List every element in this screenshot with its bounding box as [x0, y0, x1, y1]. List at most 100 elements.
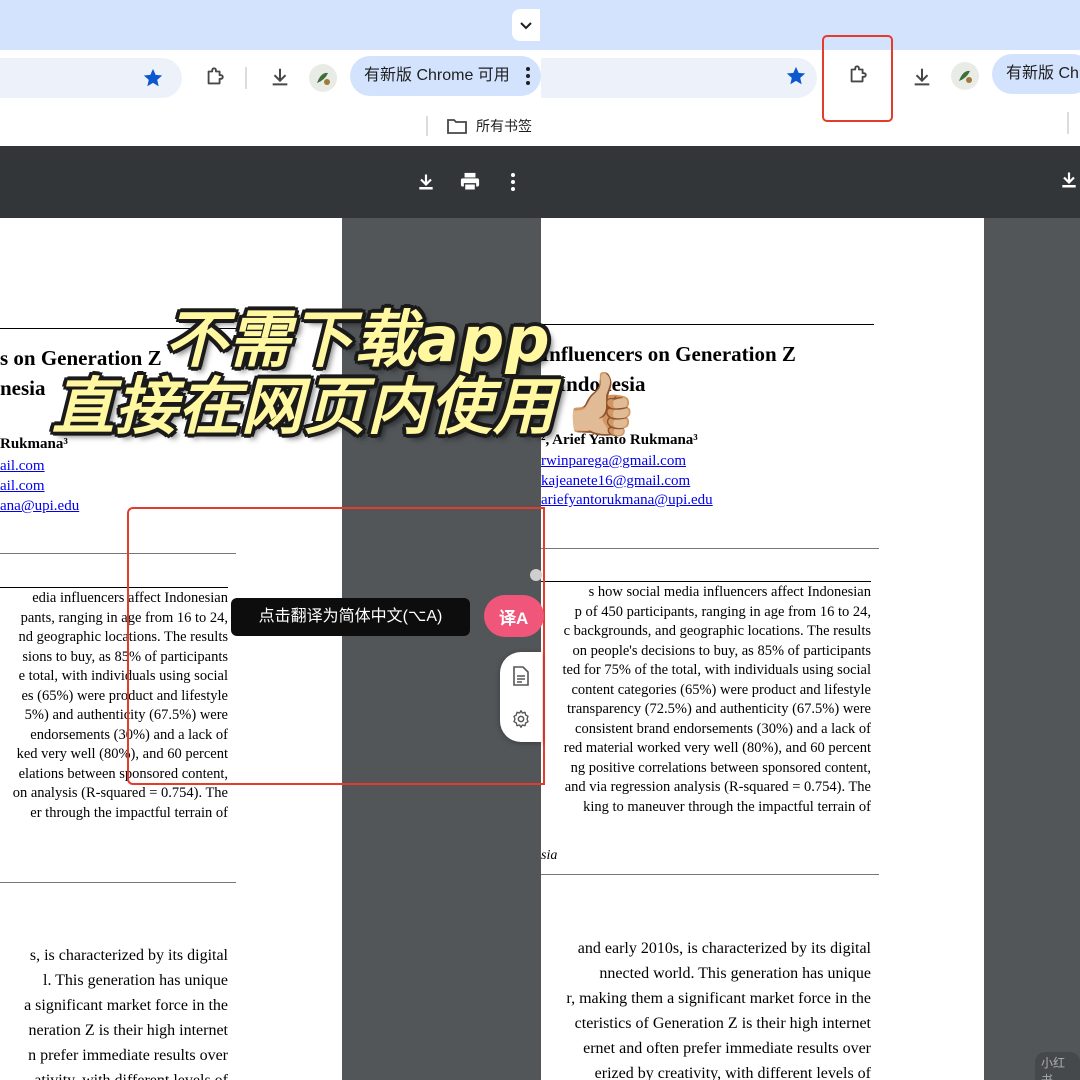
abstract-line: s how social media influencers affect In… — [588, 584, 871, 600]
title-rule — [541, 324, 874, 325]
pdf-print-button[interactable] — [455, 168, 485, 196]
all-bookmarks-button[interactable]: 所有书签 — [446, 114, 541, 138]
tab-search-button[interactable] — [512, 9, 540, 41]
body-line: l. This generation has unique — [43, 972, 228, 989]
watermark: 小红书 — [1035, 1052, 1080, 1080]
abstract-line: and via regression analysis (R-squared =… — [564, 779, 871, 795]
pdf-viewer-toolbar — [541, 146, 1080, 218]
bookmarks-separator — [426, 116, 428, 136]
body-line: and early 2010s, is characterized by its… — [577, 940, 871, 957]
abstract-line: consistent brand endorsements (30%) and … — [575, 720, 871, 737]
abstract-line: transparency (72.5%) and authenticity (6… — [567, 701, 871, 717]
paper-title-line2: nesia — [0, 376, 46, 400]
print-icon — [460, 172, 480, 191]
plant-avatar-icon — [959, 70, 972, 83]
highlight-box-extensions — [822, 35, 893, 122]
more-vert-icon — [511, 173, 515, 191]
extensions-button[interactable] — [200, 62, 230, 92]
chrome-update-label: 有新版 Chrome 可用 — [364, 67, 510, 84]
star-icon — [786, 66, 806, 85]
section-rule — [541, 874, 879, 875]
translate-tooltip: 点击翻译为简体中文(⌥A) — [231, 598, 470, 636]
author-email[interactable]: ail.com — [0, 478, 45, 495]
abstract-line: c backgrounds, and geographic locations.… — [563, 623, 871, 639]
paper-title-line1: s on Generation Z — [0, 346, 162, 370]
body-line: cteristics of Generation Z is their high… — [574, 1015, 871, 1032]
plant-avatar-icon — [317, 72, 330, 85]
caption-line1: 不需下载app — [165, 303, 551, 376]
translate-icon: 译A — [499, 609, 529, 628]
abstract-line: red material worked very well (80%), and… — [563, 740, 871, 756]
download-icon — [1062, 172, 1076, 188]
author-email[interactable]: ariefyantorukmana@upi.edu — [541, 492, 713, 509]
download-icon — [419, 174, 433, 190]
section-rule — [541, 548, 879, 549]
body-line: r, making them a significant market forc… — [566, 990, 871, 1007]
profile-avatar[interactable] — [309, 64, 337, 92]
abstract-rule — [541, 581, 871, 582]
downloads-button[interactable] — [907, 62, 937, 92]
author-email[interactable]: rwinparega@gmail.com — [541, 453, 686, 470]
body-block: s, is characterized by its digital l. Th… — [0, 947, 228, 1080]
translate-floating-button[interactable]: 译A — [484, 595, 544, 637]
author-email[interactable]: ail.com — [0, 458, 45, 475]
bookmarks-separator — [1067, 112, 1069, 134]
pdf-more-button[interactable] — [503, 168, 523, 196]
chevron-down-icon — [520, 22, 532, 30]
pdf-viewer-toolbar — [0, 146, 541, 218]
body-line: ernet and often prefer immediate results… — [583, 1040, 871, 1057]
body-line: erized by creativity, with different lev… — [594, 1065, 871, 1080]
body-line: nnected world. This generation has uniqu… — [599, 965, 871, 982]
body-line: a significant market force in the — [24, 997, 228, 1014]
more-vert-icon — [526, 67, 530, 85]
chrome-update-button[interactable]: 有新版 Chr — [992, 54, 1080, 94]
translate-tools-panel — [500, 652, 542, 742]
abstract-line: on analysis (R-squared = 0.754). The — [12, 785, 228, 801]
browser-toolbar: 有新版 Chrome 可用 — [0, 50, 541, 106]
caption-line2: 直接在网页内使用 — [52, 370, 557, 443]
bookmarks-bar — [541, 106, 1080, 146]
address-bar[interactable] — [541, 58, 817, 98]
close-small-icon[interactable] — [530, 569, 542, 581]
abstract-block: s how social media influencers affect In… — [541, 584, 871, 824]
right-screenshot-panel: 有新版 Chr Influencers on Generation Z n In… — [541, 0, 1080, 1080]
chrome-update-button[interactable]: 有新版 Chrome 可用 — [350, 56, 541, 96]
paper-title-line1: Influencers on Generation Z — [541, 342, 796, 366]
abstract-line: content categories (65%) were product an… — [571, 681, 871, 698]
body-line: n prefer immediate results over — [28, 1047, 228, 1064]
body-line: s, is characterized by its digital — [29, 947, 228, 964]
gear-icon — [513, 710, 529, 728]
download-icon — [272, 68, 288, 86]
pdf-page: Influencers on Generation Z n Indonesia … — [541, 218, 984, 1080]
translate-document-button[interactable] — [510, 664, 532, 688]
tab-strip — [541, 0, 1080, 50]
pdf-download-button[interactable] — [1055, 166, 1080, 194]
bookmarks-bar: 所有书签 — [0, 106, 541, 146]
translate-settings-button[interactable] — [510, 708, 532, 730]
downloads-button[interactable] — [265, 62, 295, 92]
bookmark-star-button[interactable] — [782, 62, 810, 90]
tab-strip — [0, 0, 541, 50]
author-email[interactable]: ana@upi.edu — [0, 498, 79, 515]
author-email[interactable]: kajeanete16@gmail.com — [541, 473, 690, 490]
body-line: ativity, with different levels of — [34, 1072, 228, 1080]
all-bookmarks-label: 所有书签 — [476, 118, 532, 134]
bookmark-star-button[interactable] — [139, 64, 167, 92]
star-icon — [143, 68, 163, 87]
abstract-line: on people's decisions to buy, as 85% of … — [572, 642, 871, 659]
highlight-box-translate — [127, 507, 545, 785]
pdf-download-button[interactable] — [412, 168, 440, 196]
body-line: neration Z is their high internet — [28, 1022, 229, 1039]
thumbs-up-emoji: 👍🏼 — [562, 370, 640, 439]
chrome-update-label: 有新版 Chr — [1006, 65, 1080, 82]
keywords-tail: sia — [541, 848, 558, 863]
abstract-line: ted for 75% of the total, with individua… — [562, 662, 871, 678]
folder-icon — [447, 119, 467, 134]
document-icon — [513, 666, 529, 686]
download-icon — [914, 68, 930, 86]
profile-avatar[interactable] — [951, 62, 979, 90]
body-block: and early 2010s, is characterized by its… — [541, 940, 871, 1080]
abstract-line: er through the impactful terrain of — [30, 804, 228, 821]
section-rule — [0, 882, 236, 883]
abstract-line: ng positive correlations between sponsor… — [570, 759, 871, 776]
